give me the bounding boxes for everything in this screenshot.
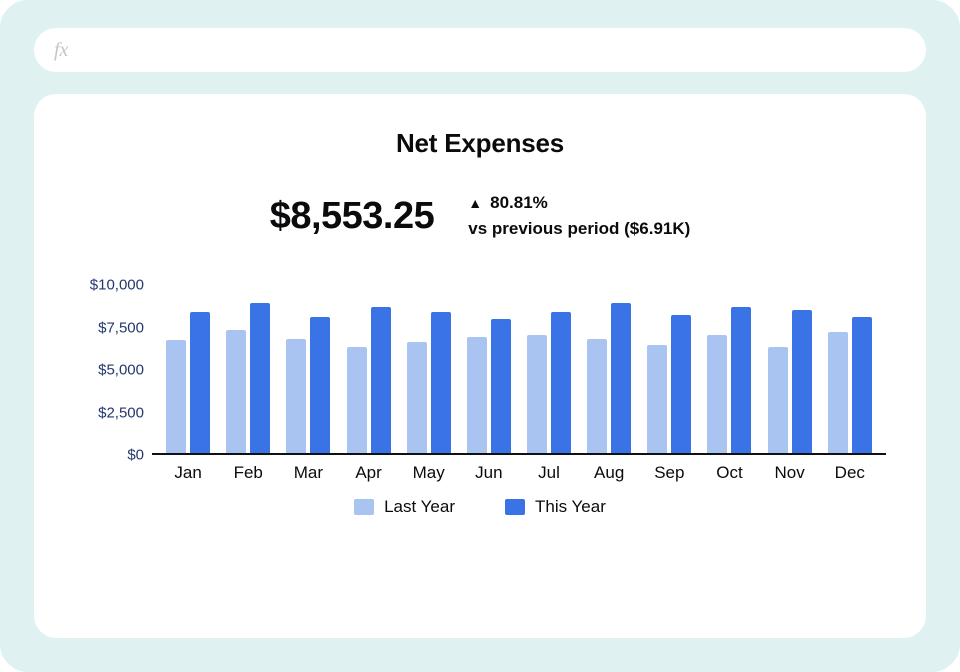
y-tick-label: $10,000 (90, 277, 144, 294)
formula-bar[interactable]: fx (34, 28, 926, 72)
chart-title: Net Expenses (74, 128, 886, 159)
bar-this-year (731, 307, 751, 453)
bar-group (527, 285, 571, 453)
x-axis-labels: Jan Feb Mar Apr May Jun Jul Aug Sep Oct Nov Dec (152, 463, 886, 483)
legend-item-this-year: This Year (505, 497, 606, 517)
x-tick-label: Aug (587, 463, 631, 483)
x-tick-label: May (407, 463, 451, 483)
bar-group (347, 285, 391, 453)
bar-group (768, 285, 812, 453)
legend-label-last-year: Last Year (384, 497, 455, 517)
fx-icon: fx (54, 39, 68, 62)
swatch-last-year (354, 499, 374, 515)
bar-last-year (347, 347, 367, 453)
bar-last-year (286, 339, 306, 453)
page-background: fx Net Expenses $8,553.25 ▲ 80.81% vs pr… (0, 0, 960, 672)
bar-group (407, 285, 451, 453)
x-tick-label: Sep (647, 463, 691, 483)
plot (152, 285, 886, 455)
plot-row: $0$2,500$5,000$7,500$10,000 (74, 285, 886, 455)
kpi-delta-pct: 80.81% (490, 193, 548, 213)
bar-group (587, 285, 631, 453)
y-tick-label: $7,500 (98, 319, 144, 336)
kpi-compare: vs previous period ($6.91K) (468, 219, 690, 239)
kpi-meta: ▲ 80.81% vs previous period ($6.91K) (468, 193, 690, 239)
bar-last-year (587, 339, 607, 453)
bar-this-year (431, 312, 451, 453)
chart-area: $0$2,500$5,000$7,500$10,000 JanFebMarApr… (74, 285, 886, 608)
bar-last-year (467, 337, 487, 453)
chart-card: Net Expenses $8,553.25 ▲ 80.81% vs previ… (34, 94, 926, 638)
bar-group (286, 285, 330, 453)
x-tick-label: Feb (226, 463, 270, 483)
x-tick-label: Dec (828, 463, 872, 483)
bar-this-year (551, 312, 571, 453)
x-tick-label: Nov (768, 463, 812, 483)
x-tick-label: Jul (527, 463, 571, 483)
bar-this-year (611, 303, 631, 453)
kpi-row: $8,553.25 ▲ 80.81% vs previous period ($… (74, 193, 886, 239)
y-tick-label: $0 (127, 447, 144, 464)
bar-groups (152, 285, 886, 453)
x-tick-label: Apr (347, 463, 391, 483)
bar-this-year (792, 310, 812, 453)
up-triangle-icon: ▲ (468, 196, 482, 210)
legend-item-last-year: Last Year (354, 497, 455, 517)
bar-this-year (190, 312, 210, 453)
x-tick-label: Jan (166, 463, 210, 483)
bar-last-year (226, 330, 246, 453)
bar-this-year (371, 307, 391, 453)
bar-last-year (166, 340, 186, 453)
x-axis-row: Jan Feb Mar Apr May Jun Jul Aug Sep Oct Nov Dec (74, 463, 886, 483)
bar-group (166, 285, 210, 453)
kpi-value: $8,553.25 (270, 195, 435, 238)
legend-label-this-year: This Year (535, 497, 606, 517)
y-tick-label: $2,500 (98, 404, 144, 421)
bar-last-year (527, 335, 547, 453)
legend: Last Year This Year (74, 497, 886, 517)
bar-last-year (768, 347, 788, 453)
x-tick-label: Jun (467, 463, 511, 483)
x-tick-label: Mar (286, 463, 330, 483)
kpi-delta: ▲ 80.81% (468, 193, 690, 213)
bar-last-year (707, 335, 727, 453)
bar-last-year (407, 342, 427, 453)
bar-group (647, 285, 691, 453)
bar-this-year (852, 317, 872, 453)
bar-last-year (828, 332, 848, 453)
bar-this-year (491, 319, 511, 453)
bar-group (226, 285, 270, 453)
x-axis-spacer (74, 463, 152, 483)
y-axis: $0$2,500$5,000$7,500$10,000 (74, 285, 152, 455)
bar-group (467, 285, 511, 453)
bar-group (828, 285, 872, 453)
bar-group (707, 285, 751, 453)
bar-last-year (647, 345, 667, 453)
bar-this-year (250, 303, 270, 453)
x-tick-label: Oct (707, 463, 751, 483)
bar-this-year (310, 317, 330, 453)
swatch-this-year (505, 499, 525, 515)
bar-this-year (671, 315, 691, 453)
y-tick-label: $5,000 (98, 362, 144, 379)
